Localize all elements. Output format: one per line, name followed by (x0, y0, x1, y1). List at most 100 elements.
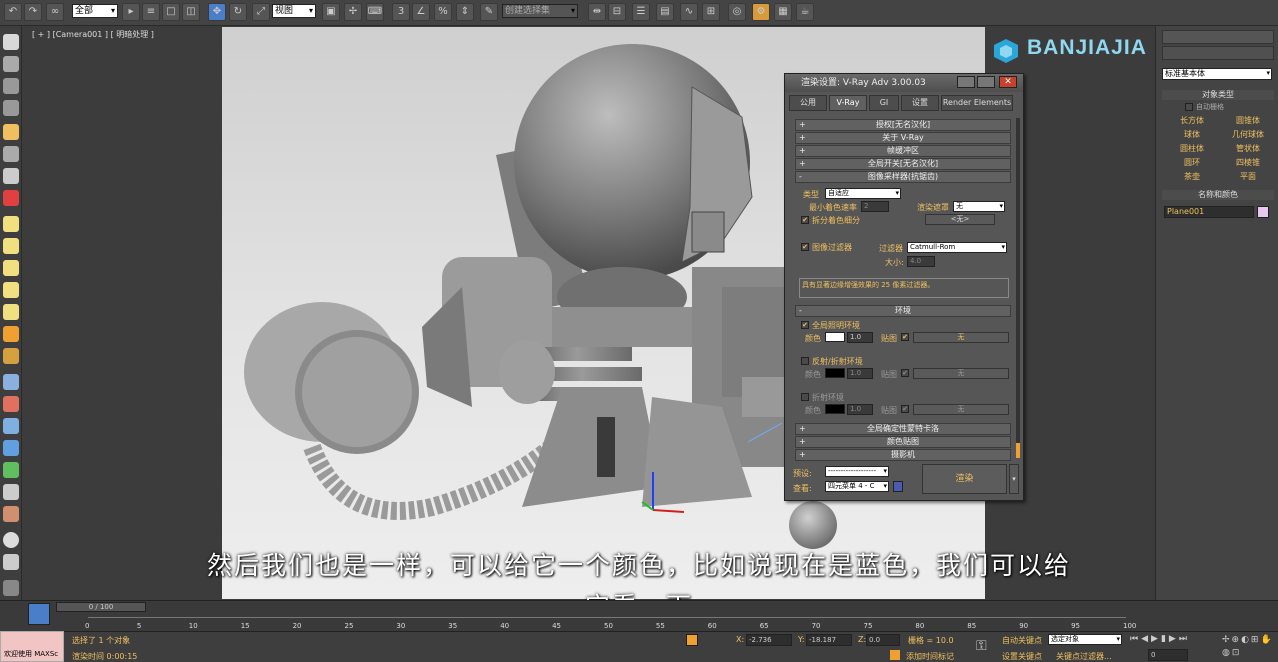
refl-multiplier-spinner[interactable]: 1.0 (847, 368, 873, 379)
rect-select-icon[interactable]: □ (162, 3, 180, 21)
view-dropdown[interactable]: 四元菜单 4 - C (825, 481, 889, 492)
filter-size-spinner[interactable]: 4.0 (907, 256, 935, 267)
dialog-scrollbar[interactable] (1016, 118, 1020, 458)
cloth-icon[interactable] (3, 506, 19, 522)
refr-map-checkbox[interactable]: ✔ (901, 405, 909, 413)
select-by-name-icon[interactable]: ≡ (142, 3, 160, 21)
refl-map-checkbox[interactable]: ✔ (901, 369, 909, 377)
primitive-category-dropdown[interactable]: 标准基本体 (1162, 68, 1272, 80)
primitive-button-pyramid[interactable]: 四棱锥 (1222, 157, 1274, 169)
cylinder-icon[interactable] (3, 260, 19, 276)
hair-icon[interactable] (3, 484, 19, 500)
curve-editor-icon[interactable]: ∿ (680, 3, 698, 21)
refl-map-button[interactable]: 无 (913, 368, 1009, 379)
helper-icon[interactable] (3, 168, 19, 184)
ref-coord-dropdown[interactable]: 视图 (272, 4, 316, 18)
object-name-field[interactable]: Plane001 (1164, 206, 1254, 218)
rollout-camera[interactable]: + 摄影机 (795, 449, 1011, 461)
move-icon[interactable]: ✥ (208, 3, 226, 21)
light-icon[interactable] (3, 124, 19, 140)
tab-gi[interactable]: GI (869, 95, 899, 111)
key-filters-button[interactable]: 关键点过滤器... (1056, 651, 1112, 662)
name-color-header[interactable]: 名称和颜色 (1162, 190, 1274, 200)
primitive-button-sphere[interactable]: 球体 (1166, 129, 1218, 141)
primitive-button-torus[interactable]: 圆环 (1166, 157, 1218, 169)
time-tag-icon[interactable] (890, 650, 900, 660)
object-type-header[interactable]: 对象类型 (1162, 90, 1274, 100)
primitive-button-tube[interactable]: 管状体 (1222, 143, 1274, 155)
edit-named-sel-icon[interactable]: ✎ (480, 3, 498, 21)
gi-map-button[interactable]: 无 (913, 332, 1009, 343)
render-options-arrow[interactable]: ▾ (1009, 464, 1019, 494)
render-production-icon[interactable]: ☕ (796, 3, 814, 21)
hierarchy-icon[interactable] (3, 78, 19, 94)
min-shading-spinner[interactable]: 2 (861, 201, 889, 212)
refr-multiplier-spinner[interactable]: 1.0 (847, 404, 873, 415)
lock-view-icon[interactable] (893, 481, 903, 492)
rollout-global-switches[interactable]: + 全局开关[无名汉化] (795, 158, 1011, 170)
mirror-icon[interactable]: ⇹ (588, 3, 606, 21)
tab-settings[interactable]: 设置 (901, 95, 939, 111)
time-slider[interactable]: 0 / 100 (56, 602, 146, 612)
primitive-button-teapot[interactable]: 茶壶 (1166, 171, 1218, 183)
sun-icon[interactable] (3, 326, 19, 342)
keyboard-shortcut-icon[interactable]: ⌨ (366, 3, 384, 21)
motion-icon[interactable] (3, 100, 19, 116)
biped-icon[interactable] (3, 418, 19, 434)
close-button[interactable]: ✕ (999, 76, 1017, 88)
frame-ruler[interactable]: 0 5 10 15 20 25 30 35 40 45 50 55 60 65 70 75 80 85 90 95 10… (85, 617, 1136, 631)
render-mask-dropdown[interactable]: 无 (953, 201, 1005, 212)
x-coord-field[interactable]: -2.736 (746, 634, 792, 646)
current-frame-field[interactable]: 0 (1148, 649, 1188, 661)
set-key-button[interactable]: 设置关键点 (1002, 651, 1042, 662)
sampler-type-dropdown[interactable]: 自适应 (825, 188, 901, 199)
refr-env-checkbox[interactable] (801, 393, 809, 401)
rollout-framebuffer[interactable]: + 帧缓冲区 (795, 145, 1011, 157)
graphite-icon[interactable]: ▤ (656, 3, 674, 21)
refr-color-swatch[interactable] (825, 404, 845, 414)
y-coord-field[interactable]: -18.187 (806, 634, 852, 646)
torus-icon[interactable] (3, 282, 19, 298)
select-object-icon[interactable]: ▸ (122, 3, 140, 21)
material-editor-icon[interactable]: ◎ (728, 3, 746, 21)
tab-vray[interactable]: V-Ray (829, 95, 867, 111)
maxscript-listener[interactable]: 欢迎使用 MAXSc (0, 631, 64, 662)
key-icon[interactable]: ⚿ (976, 638, 998, 656)
auto-key-button[interactable]: 自动关键点 (1002, 635, 1042, 646)
link-icon[interactable]: ∞ (46, 3, 64, 21)
window-crossing-icon[interactable]: ◫ (182, 3, 200, 21)
image-filter-checkbox[interactable]: ✔ (801, 243, 809, 251)
rollout-about[interactable]: + 关于 V-Ray (795, 132, 1011, 144)
rollout-environment[interactable]: - 环境 (795, 305, 1011, 317)
selection-set-dropdown[interactable]: 选定对象 (1048, 634, 1122, 645)
gi-map-checkbox[interactable]: ✔ (901, 333, 909, 341)
panel-tabs[interactable] (1162, 30, 1274, 44)
panel-subtabs[interactable] (1162, 46, 1274, 60)
viewport-nav-icons[interactable]: ✢⊕◐⊞✋◍⊡ (1222, 634, 1276, 660)
spacewarp-icon[interactable] (3, 190, 19, 206)
layer-icon[interactable]: ☰ (632, 3, 650, 21)
gi-color-swatch[interactable] (825, 332, 845, 342)
viewport-label[interactable]: [ + ] [Camera001 ] [ 明暗处理 ] (32, 29, 154, 40)
refr-map-button[interactable]: 无 (913, 404, 1009, 415)
foliage-icon[interactable] (3, 462, 19, 478)
add-time-tag-button[interactable]: 添加时间标记 (906, 651, 954, 662)
filter-dropdown[interactable]: Catmull-Rom (907, 242, 1007, 253)
playback-controls[interactable]: ⏮◀▶▮▶⏭ (1130, 634, 1220, 646)
gi-multiplier-spinner[interactable]: 1.0 (847, 332, 873, 343)
selection-filter-dropdown[interactable]: 全部 (72, 4, 118, 18)
undo-icon[interactable]: ↶ (4, 3, 22, 21)
rendered-frame-icon[interactable]: ▦ (774, 3, 792, 21)
modify-icon[interactable] (3, 56, 19, 72)
maximize-button[interactable] (977, 76, 995, 88)
cone-icon[interactable] (3, 304, 19, 320)
z-coord-field[interactable]: 0.0 (866, 634, 900, 646)
primitive-button-cone[interactable]: 圆锥体 (1222, 115, 1274, 127)
primitive-button-plane[interactable]: 平面 (1222, 171, 1274, 183)
primitive-button-box[interactable]: 长方体 (1166, 115, 1218, 127)
align-icon[interactable]: ⊟ (608, 3, 626, 21)
create-icon[interactable] (3, 34, 19, 50)
render-button[interactable]: 渲染 (922, 464, 1007, 494)
mask-none-button[interactable]: <无> (925, 214, 995, 225)
schematic-icon[interactable]: ⊞ (702, 3, 720, 21)
